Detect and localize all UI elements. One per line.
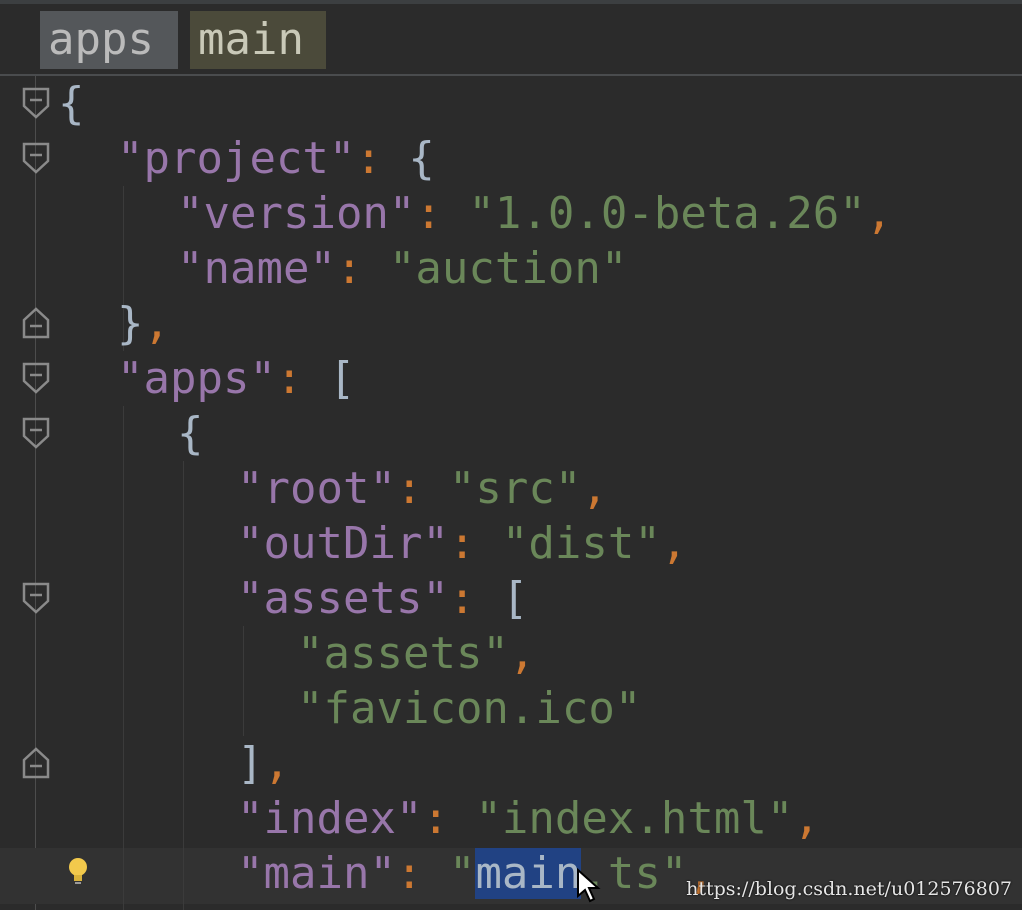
indent-guide xyxy=(123,406,124,910)
code-token: "1.0.0-beta.26" xyxy=(468,188,866,239)
code-token: : xyxy=(395,848,449,899)
code-token: , xyxy=(793,793,820,844)
code-token: , xyxy=(865,188,893,239)
indent-guide xyxy=(183,461,184,910)
fold-marker-icon[interactable] xyxy=(20,581,52,615)
code-line: "name": "auction" xyxy=(177,241,627,296)
code-token: "auction" xyxy=(388,243,628,294)
watermark: https://blog.csdn.net/u012576807 xyxy=(686,878,1012,900)
lightbulb-icon[interactable] xyxy=(66,856,90,886)
code-token: : xyxy=(422,793,476,844)
fold-marker-icon[interactable] xyxy=(20,141,52,175)
code-token: : xyxy=(355,133,409,184)
code-token: : xyxy=(275,353,329,404)
code-line: "outDir": "dist", xyxy=(237,516,687,571)
fold-marker-icon[interactable] xyxy=(20,306,52,340)
code-line: "version": "1.0.0-beta.26", xyxy=(177,186,892,241)
code-line: "apps": [ xyxy=(117,351,355,406)
code-token: { xyxy=(58,78,85,129)
code-token: "favicon.ico" xyxy=(297,683,642,734)
code-token: , xyxy=(660,518,688,569)
code-token: , xyxy=(143,298,171,349)
code-line: "assets", xyxy=(297,626,535,681)
code-token: "name" xyxy=(177,243,336,294)
code-token: "outDir" xyxy=(237,518,449,569)
code-line: }, xyxy=(117,296,170,351)
code-token: { xyxy=(408,133,435,184)
code-token: , xyxy=(508,628,536,679)
code-line: { xyxy=(58,76,85,131)
fold-marker-icon[interactable] xyxy=(20,416,52,450)
code-line: "favicon.ico" xyxy=(297,681,641,736)
mouse-cursor-icon xyxy=(576,867,602,904)
code-token: "version" xyxy=(177,188,416,239)
code-token: " xyxy=(448,848,476,899)
code-token: "main" xyxy=(237,848,396,899)
code-token: "dist" xyxy=(501,518,661,569)
code-token: "apps" xyxy=(117,353,276,404)
code-token: "index" xyxy=(237,793,423,844)
code-token: : xyxy=(395,463,449,514)
code-line[interactable]: "main": "main.ts", xyxy=(237,846,714,901)
code-line: "assets": [ xyxy=(237,571,528,626)
code-token: "project" xyxy=(117,133,356,184)
fold-marker-icon[interactable] xyxy=(20,361,52,395)
code-token: [ xyxy=(501,573,529,624)
code-line: "index": "index.html", xyxy=(237,791,820,846)
fold-marker-icon[interactable] xyxy=(20,86,52,120)
breadcrumb: apps main xyxy=(0,4,1022,76)
code-token: } xyxy=(117,298,144,349)
code-line: { xyxy=(177,406,204,461)
code-token: [ xyxy=(328,353,356,404)
code-token: "assets" xyxy=(237,573,449,624)
code-token: : xyxy=(448,573,502,624)
code-token: "root" xyxy=(237,463,396,514)
code-token: "assets" xyxy=(297,628,509,679)
code-token: : xyxy=(448,518,502,569)
code-token: , xyxy=(581,463,608,514)
code-token: ] xyxy=(237,738,264,789)
fold-marker-icon[interactable] xyxy=(20,746,52,780)
selected-text: main xyxy=(475,848,582,899)
breadcrumb-item-apps[interactable]: apps xyxy=(40,11,178,69)
code-line: "project": { xyxy=(117,131,435,186)
code-token: "index.html" xyxy=(475,793,794,844)
breadcrumb-item-main[interactable]: main xyxy=(190,11,326,69)
code-token: : xyxy=(335,243,389,294)
code-token: "src" xyxy=(448,463,582,514)
code-line: ], xyxy=(237,736,290,791)
code-editor[interactable]: { "project": { "version": "1.0.0-beta.26… xyxy=(0,76,1022,910)
code-token: { xyxy=(177,408,204,459)
code-token: : xyxy=(415,188,469,239)
indent-guide xyxy=(243,626,244,736)
code-token: , xyxy=(263,738,291,789)
code-line: "root": "src", xyxy=(237,461,608,516)
